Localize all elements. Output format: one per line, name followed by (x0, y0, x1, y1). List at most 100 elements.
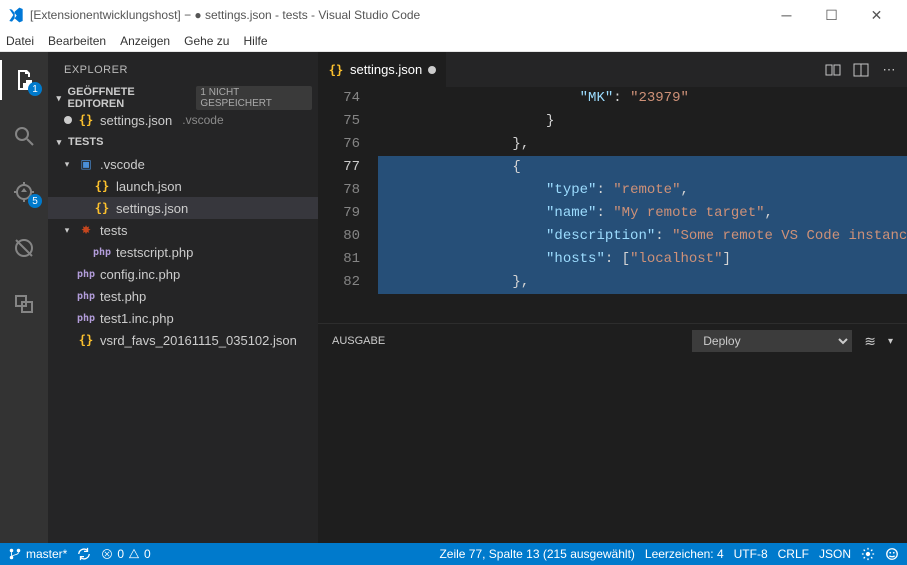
tree-item-label: tests (100, 223, 127, 238)
menu-goto[interactable]: Gehe zu (184, 34, 229, 48)
debug-badge: 5 (28, 194, 42, 208)
json-icon: {} (94, 178, 110, 194)
status-problems[interactable]: 0 0 (101, 547, 150, 561)
status-encoding[interactable]: UTF-8 (734, 547, 768, 561)
sidebar-explorer: EXPLORER ▾ GEÖFFNETE EDITOREN 1 NICHT GE… (48, 52, 318, 543)
json-icon: {} (78, 332, 94, 348)
more-actions-icon[interactable]: ⋯ (881, 62, 897, 78)
tab-label: settings.json (350, 62, 422, 77)
close-button[interactable]: ✕ (854, 0, 899, 30)
explorer-badge: 1 (28, 82, 42, 96)
status-git-branch[interactable]: master* (8, 547, 67, 561)
status-language[interactable]: JSON (819, 547, 851, 561)
status-feedback-icon[interactable] (885, 547, 899, 561)
output-panel-header: AUSGABE Deploy ≋ ▾ (318, 323, 907, 358)
title-bar: [Extensionentwicklungshost] − ● settings… (0, 0, 907, 30)
tree-item-label: testscript.php (116, 245, 193, 260)
code-editor[interactable]: 747576777879808182 "MK": "23979" } }, { … (318, 87, 907, 323)
activity-explorer[interactable]: 1 (0, 60, 48, 100)
tree-item-label: test1.inc.php (100, 311, 174, 326)
remote-icon (12, 292, 36, 316)
clear-output-icon[interactable]: ≋ (864, 333, 876, 350)
json-icon: {} (328, 62, 344, 78)
smiley-icon (885, 547, 899, 561)
tree-file[interactable]: {}launch.json (48, 175, 318, 197)
php-icon: php (78, 266, 94, 282)
menu-edit[interactable]: Bearbeiten (48, 34, 106, 48)
activity-search[interactable] (0, 116, 48, 156)
vscode-folder-icon: ▣ (78, 156, 94, 172)
git-branch-icon (8, 547, 22, 561)
code-line[interactable]: }, (378, 271, 907, 294)
open-editor-entry[interactable]: {} settings.json .vscode (48, 109, 318, 131)
extensions-icon (12, 236, 36, 260)
workspace-name: TESTS (68, 136, 103, 148)
tree-item-label: vsrd_favs_20161115_035102.json (100, 333, 297, 348)
menu-help[interactable]: Hilfe (243, 34, 267, 48)
tree-file[interactable]: phptest.php (48, 285, 318, 307)
open-editors-header[interactable]: ▾ GEÖFFNETE EDITOREN 1 NICHT GESPEICHERT (48, 87, 318, 109)
dirty-indicator-icon (428, 66, 436, 74)
line-number: 75 (318, 110, 360, 133)
chevron-down-icon: ▾ (54, 93, 64, 104)
error-icon (101, 548, 113, 560)
code-line[interactable]: } (378, 110, 907, 133)
menu-view[interactable]: Anzeigen (120, 34, 170, 48)
status-cursor-position[interactable]: Zeile 77, Spalte 13 (215 ausgewählt) (439, 547, 634, 561)
tree-file[interactable]: php config.inc.php (48, 263, 318, 285)
panel-title: AUSGABE (332, 335, 385, 347)
dirty-indicator-icon (64, 116, 72, 124)
gear-icon (861, 547, 875, 561)
minimize-button[interactable]: ─ (764, 0, 809, 30)
split-editor-icon[interactable] (853, 62, 869, 78)
line-number: 81 (318, 248, 360, 271)
chevron-down-icon[interactable]: ▾ (888, 336, 893, 347)
tree-item-label: .vscode (100, 157, 145, 172)
tree-file[interactable]: phptest1.inc.php (48, 307, 318, 329)
tree-file[interactable]: {} vsrd_favs_20161115_035102.json (48, 329, 318, 351)
menu-file[interactable]: Datei (6, 34, 34, 48)
activity-extensions[interactable] (0, 228, 48, 268)
menu-bar: Datei Bearbeiten Anzeigen Gehe zu Hilfe (0, 30, 907, 52)
tab-actions: ⋯ (815, 52, 907, 87)
workspace-header[interactable]: ▾ TESTS (48, 131, 318, 153)
status-settings-icon[interactable] (861, 547, 875, 561)
line-number: 79 (318, 202, 360, 225)
tab-settings-json[interactable]: {} settings.json (318, 52, 447, 87)
json-icon: {} (78, 112, 94, 128)
activity-remote[interactable] (0, 284, 48, 324)
status-sync[interactable] (77, 547, 91, 561)
tree-folder[interactable]: ▾✸tests (48, 219, 318, 241)
tree-item-label: config.inc.php (100, 267, 180, 282)
tree-folder[interactable]: ▾▣.vscode (48, 153, 318, 175)
activity-bar: 1 5 (0, 52, 48, 543)
search-icon (12, 124, 36, 148)
line-number: 78 (318, 179, 360, 202)
tree-file[interactable]: {}settings.json (48, 197, 318, 219)
code-line[interactable]: }, (378, 133, 907, 156)
code-line[interactable]: "MK": "23979" (378, 87, 907, 110)
open-editor-subdir: .vscode (182, 113, 223, 127)
code-content[interactable]: "MK": "23979" } }, { "type": "remote", "… (378, 87, 907, 323)
output-channel-select[interactable]: Deploy (692, 330, 852, 352)
vscode-logo-icon (8, 7, 24, 23)
code-line[interactable]: "hosts": ["localhost"] (378, 248, 907, 271)
code-line[interactable]: "type": "remote", (378, 179, 907, 202)
code-line[interactable]: "description": "Some remote VS Code inst… (378, 225, 907, 248)
activity-debug[interactable]: 5 (0, 172, 48, 212)
tab-bar: {} settings.json ⋯ (318, 52, 907, 87)
compare-changes-icon[interactable] (825, 62, 841, 78)
bug-folder-icon: ✸ (78, 222, 94, 238)
output-panel-body[interactable] (318, 358, 907, 543)
code-line[interactable]: "name": "My remote target", (378, 202, 907, 225)
line-number: 77 (318, 156, 360, 179)
code-line[interactable]: { (378, 156, 907, 179)
maximize-button[interactable]: ☐ (809, 0, 854, 30)
line-number-gutter: 747576777879808182 (318, 87, 378, 323)
line-number: 76 (318, 133, 360, 156)
line-number: 74 (318, 87, 360, 110)
tree-item-label: test.php (100, 289, 146, 304)
status-indentation[interactable]: Leerzeichen: 4 (645, 547, 724, 561)
status-eol[interactable]: CRLF (778, 547, 809, 561)
tree-file[interactable]: phptestscript.php (48, 241, 318, 263)
